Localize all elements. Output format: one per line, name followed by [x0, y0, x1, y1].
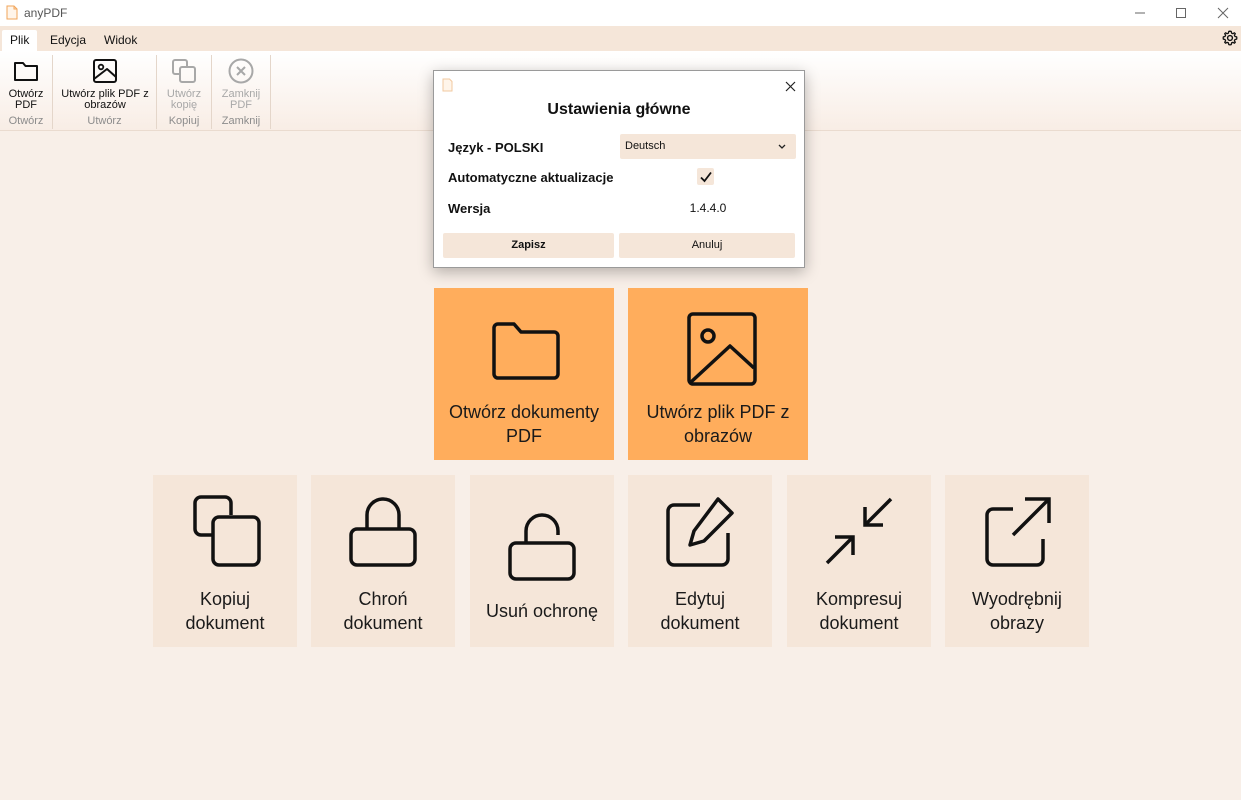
- external-link-icon: [985, 497, 1051, 567]
- tab-widok[interactable]: Widok: [96, 30, 145, 51]
- ribbon-tab-bar: Plik Edycja Widok: [0, 26, 1241, 51]
- ribbon-group-create: Utwórz plik PDF z obrazów Utwórz: [53, 55, 157, 129]
- edit-icon: [666, 497, 734, 567]
- settings-dialog: Ustawienia główne Język - POLSKI Deutsch…: [433, 70, 805, 268]
- folder-icon: [14, 62, 38, 81]
- minimize-icon: [1135, 12, 1145, 14]
- ribbon-group-close: Zamknij PDF Zamknij: [212, 55, 271, 129]
- app-logo-icon: [442, 78, 453, 92]
- remove-protection-tile[interactable]: Usuń ochronę: [470, 475, 614, 647]
- language-select-value: Deutsch: [625, 140, 666, 152]
- copy-icon: [193, 495, 261, 567]
- edit-document-label: Edytuj dokument: [660, 589, 740, 633]
- minimize-button[interactable]: [1117, 0, 1163, 26]
- copy-document-tile[interactable]: Kopiuj dokument: [153, 475, 297, 647]
- create-from-images-label: Utwórz plik PDF z obrazów: [646, 402, 790, 446]
- language-select[interactable]: Deutsch: [620, 134, 796, 159]
- auto-update-label: Automatyczne aktualizacje: [448, 170, 614, 185]
- create-pdf-label: Utwórz plik PDF z obrazów: [61, 88, 149, 111]
- edit-document-tile[interactable]: Edytuj dokument: [628, 475, 772, 647]
- close-circle-icon: [228, 58, 254, 84]
- maximize-button[interactable]: [1158, 0, 1204, 26]
- cancel-button[interactable]: Anuluj: [619, 233, 795, 258]
- create-copy-label: Utwórz kopię: [166, 88, 202, 111]
- app-logo-icon: [6, 5, 18, 20]
- protect-document-tile[interactable]: Chroń dokument: [311, 475, 455, 647]
- open-pdf-label: Otwórz PDF: [8, 88, 44, 111]
- chevron-down-icon: [778, 144, 786, 149]
- maximize-icon: [1176, 8, 1186, 18]
- open-documents-tile[interactable]: Otwórz dokumenty PDF: [434, 288, 614, 460]
- close-pdf-label: Zamknij PDF: [221, 88, 261, 111]
- image-icon: [687, 312, 757, 386]
- auto-update-checkbox[interactable]: [697, 168, 714, 185]
- title-bar: anyPDF: [0, 0, 1241, 26]
- language-label: Język - POLSKI: [448, 140, 544, 155]
- window-title: anyPDF: [24, 6, 68, 20]
- dialog-title: Ustawienia główne: [547, 101, 691, 118]
- protect-document-label: Chroń dokument: [343, 589, 423, 633]
- copy-document-label: Kopiuj dokument: [185, 589, 265, 633]
- ribbon-group-open: Otwórz PDF Otwórz: [0, 55, 53, 129]
- open-documents-label: Otwórz dokumenty PDF: [448, 402, 600, 446]
- compress-document-tile[interactable]: Kompresuj dokument: [787, 475, 931, 647]
- close-icon: [785, 81, 795, 91]
- create-copy-button[interactable]: Utwórz kopię: [161, 57, 207, 111]
- close-pdf-button[interactable]: Zamknij PDF: [218, 57, 264, 111]
- tab-plik[interactable]: Plik: [2, 30, 38, 51]
- compress-icon: [825, 497, 893, 565]
- ribbon-group-label-close: Zamknij: [221, 115, 261, 127]
- save-button[interactable]: Zapisz: [443, 233, 614, 258]
- ribbon-group-label-copy: Kopiuj: [168, 115, 200, 127]
- ribbon-group-copy: Utwórz kopię Kopiuj: [157, 55, 212, 129]
- version-value: 1.4.4.0: [689, 201, 727, 215]
- lock-icon: [349, 497, 417, 567]
- gear-icon[interactable]: [1222, 30, 1238, 46]
- close-window-button[interactable]: [1200, 0, 1241, 26]
- open-pdf-button[interactable]: Otwórz PDF: [3, 57, 49, 111]
- folder-icon: [492, 322, 560, 380]
- dialog-close-button[interactable]: [778, 75, 802, 97]
- extract-images-tile[interactable]: Wyodrębnij obrazy: [945, 475, 1089, 647]
- close-icon: [1217, 7, 1229, 19]
- tab-edycja[interactable]: Edycja: [42, 30, 94, 51]
- checkmark-icon: [699, 171, 712, 182]
- unlock-icon: [508, 513, 576, 581]
- compress-document-label: Kompresuj dokument: [815, 589, 903, 633]
- ribbon-group-label-open: Otwórz: [8, 115, 44, 127]
- version-label: Wersja: [448, 201, 491, 216]
- extract-images-label: Wyodrębnij obrazy: [972, 589, 1062, 633]
- image-icon: [93, 59, 117, 83]
- create-pdf-from-images-button[interactable]: Utwórz plik PDF z obrazów: [57, 57, 153, 111]
- ribbon-group-label-create: Utwórz: [87, 115, 122, 127]
- create-from-images-tile[interactable]: Utwórz plik PDF z obrazów: [628, 288, 808, 460]
- remove-protection-label: Usuń ochronę: [485, 601, 599, 621]
- copy-icon: [172, 59, 196, 83]
